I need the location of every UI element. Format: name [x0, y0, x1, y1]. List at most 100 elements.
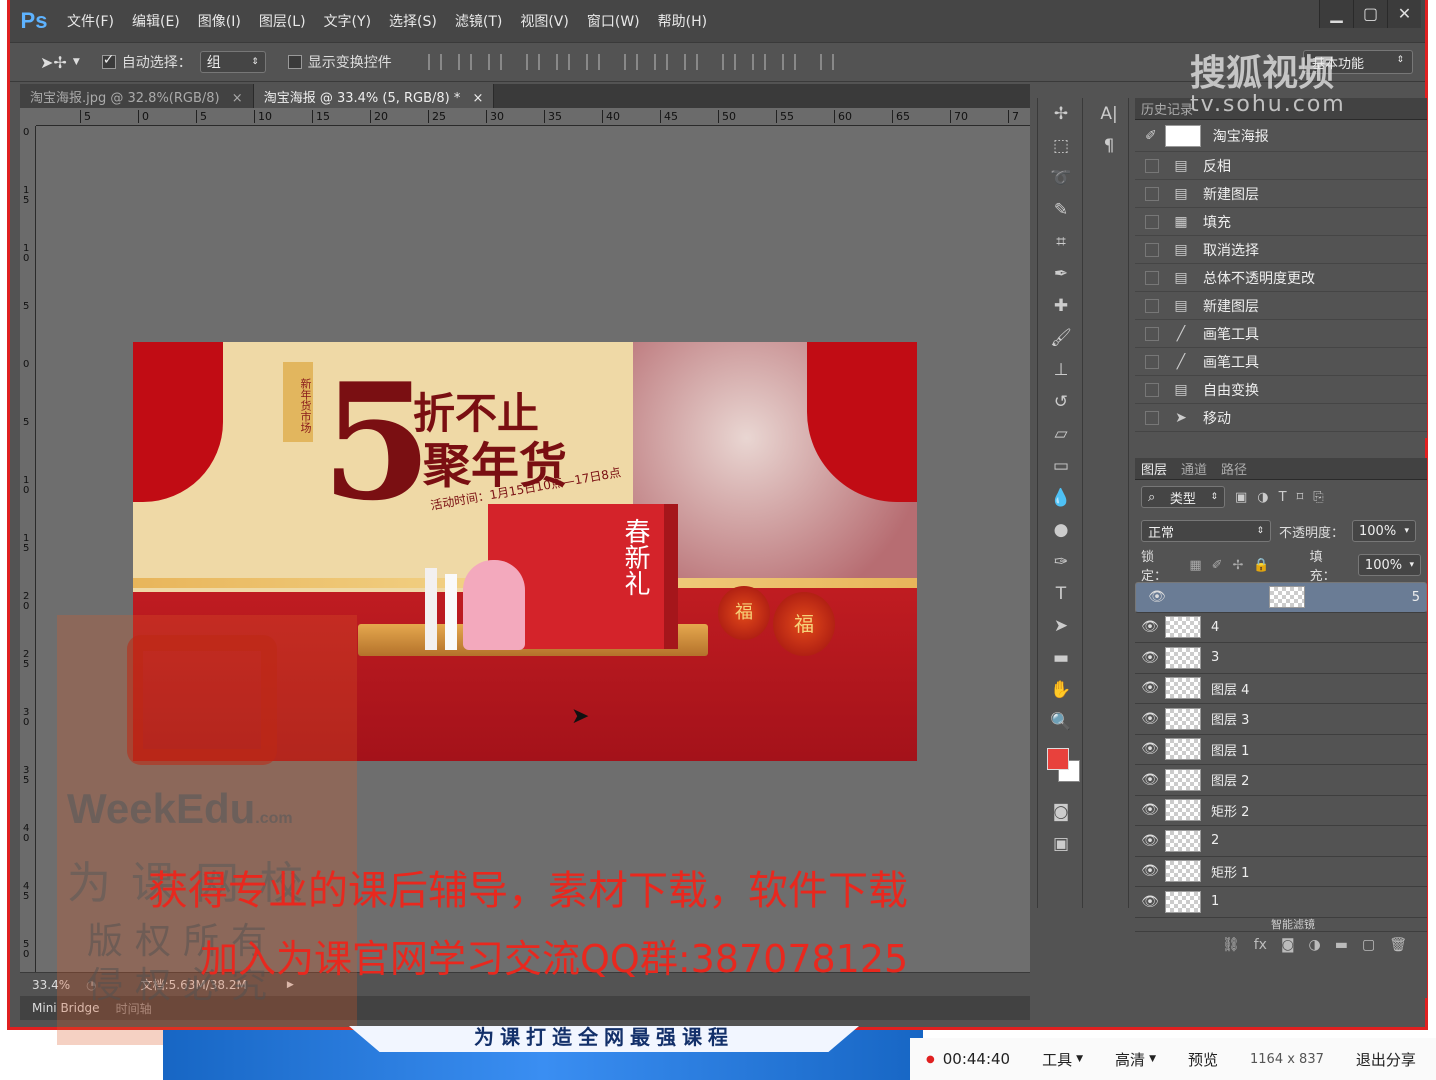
history-item[interactable]: ➤ 移动	[1135, 404, 1427, 432]
eyedropper-tool-icon[interactable]: ✒	[1038, 258, 1084, 290]
menu-item-6[interactable]: 滤镜(T)	[446, 11, 511, 31]
tools-menu[interactable]: 工具 ▼	[1026, 1049, 1099, 1070]
history-item[interactable]: ▦ 填充	[1135, 208, 1427, 236]
new-layer-icon[interactable]: ▢	[1362, 937, 1375, 953]
close-button[interactable]: ✕	[1387, 0, 1421, 28]
menu-item-5[interactable]: 选择(S)	[380, 11, 446, 31]
fx-icon[interactable]: fx	[1254, 937, 1267, 953]
history-brush-tool-icon[interactable]: ↺	[1038, 386, 1084, 418]
fill-input[interactable]: 100% ▾	[1357, 554, 1422, 576]
history-item[interactable]: ▤ 总体不透明度更改	[1135, 264, 1427, 292]
layer-row[interactable]: 👁 3	[1135, 643, 1427, 674]
maximize-button[interactable]: ▢	[1353, 0, 1387, 28]
lock-all-icon[interactable]: 🔒	[1253, 558, 1269, 573]
move-tool-preset[interactable]: ➤✢ ▼	[40, 53, 80, 72]
tab-paths[interactable]: 路径	[1221, 459, 1247, 478]
menu-item-9[interactable]: 帮助(H)	[649, 11, 716, 31]
new-group-icon[interactable]: ▬	[1335, 937, 1348, 953]
link-layers-icon[interactable]: ⛓	[1222, 937, 1240, 953]
visibility-eye-icon[interactable]: 👁	[1135, 711, 1165, 727]
history-item[interactable]: ▤ 新建图层	[1135, 180, 1427, 208]
opacity-input[interactable]: 100% ▾	[1352, 520, 1417, 542]
delete-layer-icon[interactable]: 🗑	[1389, 937, 1407, 953]
character-panel-icon[interactable]: A|	[1089, 98, 1129, 130]
history-source-checkbox[interactable]	[1145, 158, 1159, 173]
auto-select-checkbox[interactable]	[101, 52, 116, 69]
layer-row[interactable]: 👁 图层 4	[1135, 674, 1427, 704]
close-icon[interactable]: ×	[473, 91, 484, 106]
pen-tool-icon[interactable]: ✑	[1038, 546, 1084, 578]
history-source-checkbox[interactable]	[1145, 242, 1159, 257]
history-item[interactable]: ╱ 画笔工具	[1135, 348, 1427, 376]
menu-item-1[interactable]: 编辑(E)	[123, 11, 189, 31]
menu-item-8[interactable]: 窗口(W)	[578, 11, 649, 31]
lasso-tool-icon[interactable]: ➰	[1038, 162, 1084, 194]
history-source-checkbox[interactable]	[1145, 270, 1159, 285]
auto-align-icon[interactable]	[819, 54, 834, 70]
quality-menu[interactable]: 高清 ▼	[1099, 1049, 1172, 1070]
paragraph-panel-icon[interactable]: ¶	[1089, 130, 1129, 162]
layer-row[interactable]: 👁 4	[1135, 613, 1427, 643]
history-item[interactable]: ▤ 反相	[1135, 152, 1427, 180]
lock-position-icon[interactable]: ✢	[1233, 558, 1244, 573]
smart-filter-row[interactable]: 智能滤镜	[1135, 918, 1427, 932]
lock-pixels-icon[interactable]: ▦	[1189, 558, 1201, 573]
visibility-eye-icon[interactable]: 👁	[1135, 772, 1165, 788]
preview-button[interactable]: 预览	[1172, 1049, 1234, 1070]
history-source-checkbox[interactable]	[1145, 410, 1159, 425]
quick-mask-icon[interactable]: ◙	[1038, 796, 1084, 828]
layer-row[interactable]: 👁 矩形 2	[1135, 796, 1427, 826]
history-item[interactable]: ╱ 画笔工具	[1135, 320, 1427, 348]
filter-shape-icon[interactable]: ⌑	[1297, 490, 1304, 505]
menu-item-7[interactable]: 视图(V)	[511, 11, 578, 31]
gradient-tool-icon[interactable]: ▭	[1038, 450, 1084, 482]
crop-tool-icon[interactable]: ⌗	[1038, 226, 1084, 258]
menu-item-0[interactable]: 文件(F)	[58, 11, 123, 31]
eraser-tool-icon[interactable]: ▱	[1038, 418, 1084, 450]
tab-channels[interactable]: 通道	[1181, 459, 1207, 478]
shape-tool-icon[interactable]: ▬	[1038, 642, 1084, 674]
align-top-icon[interactable]	[427, 54, 442, 70]
history-source-checkbox[interactable]	[1145, 186, 1159, 201]
healing-tool-icon[interactable]: ✚	[1038, 290, 1084, 322]
screen-mode-icon[interactable]: ▣	[1038, 828, 1084, 860]
auto-select-dropdown[interactable]: 组 ⇕	[199, 51, 266, 73]
hand-tool-icon[interactable]: ✋	[1038, 674, 1084, 706]
tab-layers[interactable]: 图层	[1141, 459, 1167, 478]
layer-row[interactable]: 👁 图层 2	[1135, 765, 1427, 796]
history-title[interactable]: 历史记录	[1141, 99, 1193, 118]
align-left-icon[interactable]	[525, 54, 540, 70]
history-source-checkbox[interactable]	[1145, 382, 1159, 397]
blend-mode-dropdown[interactable]: 正常 ⇕	[1141, 520, 1271, 542]
exit-share-button[interactable]: 退出分享	[1340, 1049, 1432, 1070]
add-mask-icon[interactable]: ◙	[1281, 937, 1295, 953]
tab-doc-1[interactable]: 淘宝海报.jpg @ 32.8%(RGB/8) ×	[20, 84, 254, 108]
visibility-eye-icon[interactable]: 👁	[1135, 802, 1165, 818]
distribute-right-icon[interactable]	[781, 54, 796, 70]
filter-type-icon[interactable]: T	[1279, 490, 1287, 505]
visibility-eye-icon[interactable]: 👁	[1135, 894, 1165, 910]
filter-adjust-icon[interactable]: ◑	[1257, 490, 1268, 505]
align-right-icon[interactable]	[585, 54, 600, 70]
lock-paint-icon[interactable]: ✐	[1212, 558, 1223, 573]
history-source-checkbox[interactable]	[1145, 326, 1159, 341]
quick-select-tool-icon[interactable]: ✎	[1038, 194, 1084, 226]
visibility-eye-icon[interactable]: 👁	[1135, 741, 1165, 757]
menu-item-4[interactable]: 文字(Y)	[315, 11, 380, 31]
history-item[interactable]: ▤ 新建图层	[1135, 292, 1427, 320]
brush-tool-icon[interactable]: 🖌	[1038, 322, 1084, 354]
visibility-eye-icon[interactable]: 👁	[1135, 650, 1165, 666]
history-snapshot[interactable]: ✐ 淘宝海报	[1135, 120, 1427, 152]
history-item[interactable]: ▤ 取消选择	[1135, 236, 1427, 264]
visibility-eye-icon[interactable]: 👁	[1135, 863, 1165, 879]
tab-doc-2[interactable]: 淘宝海报 @ 33.4% (5, RGB/8) * ×	[253, 84, 495, 108]
history-item[interactable]: ▤ 自由变换	[1135, 376, 1427, 404]
foreground-color-swatch[interactable]	[1047, 748, 1069, 770]
visibility-eye-icon[interactable]: 👁	[1135, 833, 1165, 849]
align-hcenter-icon[interactable]	[555, 54, 570, 70]
visibility-eye-icon[interactable]: 👁	[1142, 589, 1172, 605]
menu-item-2[interactable]: 图像(I)	[189, 11, 250, 31]
zoom-tool-icon[interactable]: 🔍	[1038, 706, 1084, 738]
distribute-top-icon[interactable]	[623, 54, 638, 70]
stamp-tool-icon[interactable]: ⊥	[1038, 354, 1084, 386]
